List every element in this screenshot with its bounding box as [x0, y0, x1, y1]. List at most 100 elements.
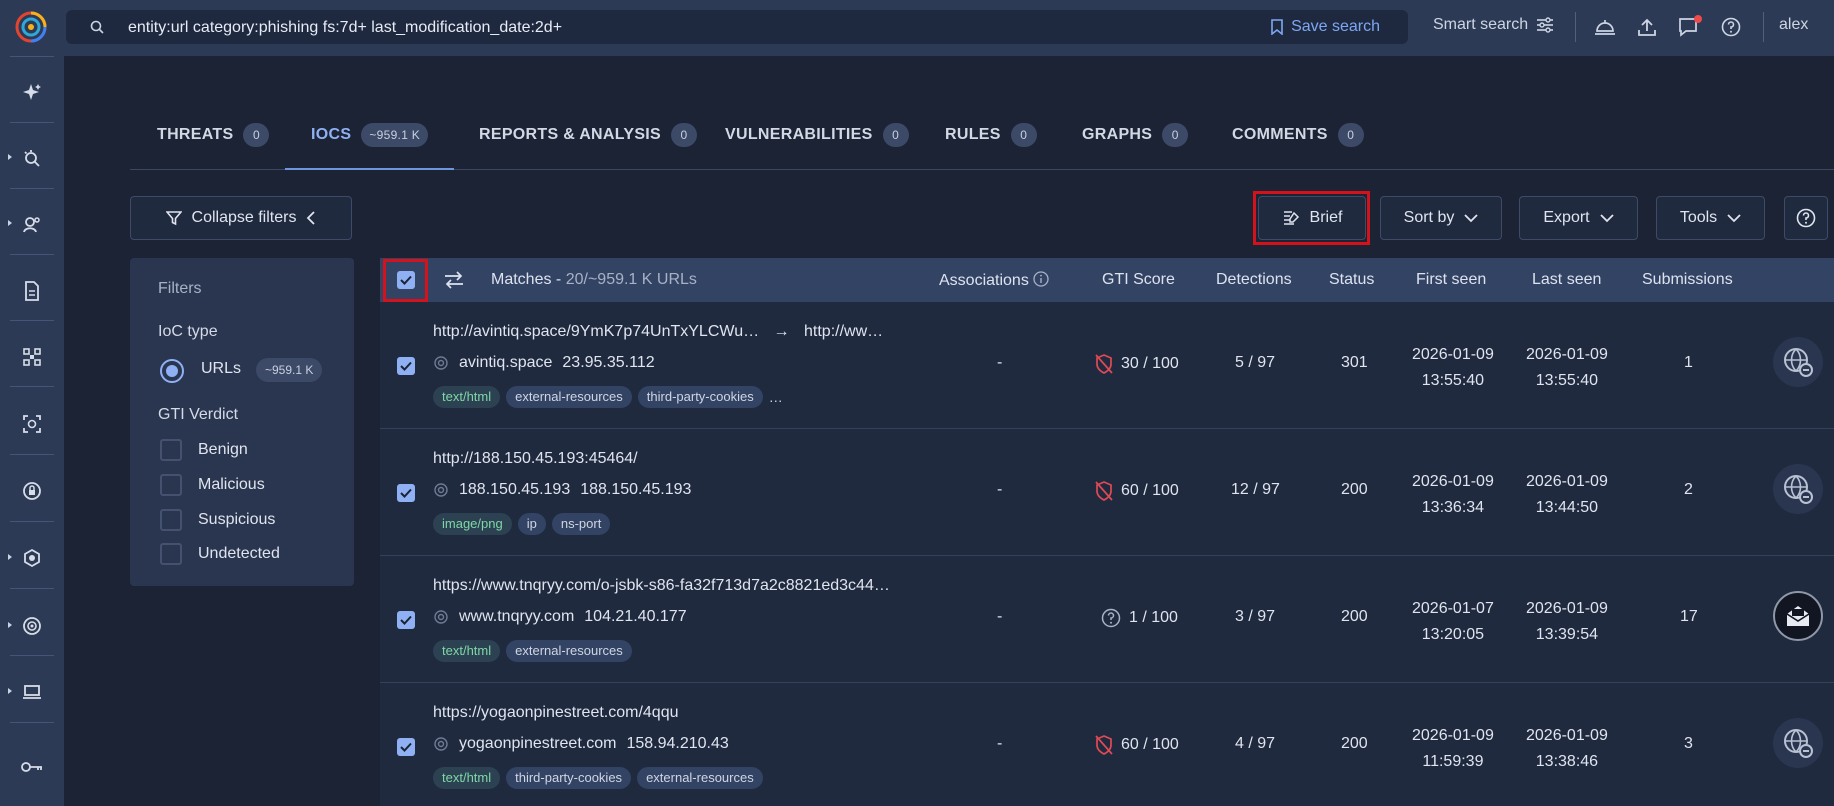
host-text[interactable]: avintiq.space: [459, 354, 552, 372]
envelope-open-icon: [1786, 606, 1810, 626]
tag[interactable]: external-resources: [506, 640, 632, 662]
tab-comments[interactable]: COMMENTS 0: [1232, 123, 1364, 170]
col-detections[interactable]: Detections: [1216, 271, 1292, 289]
tab-threats[interactable]: THREATS 0: [157, 123, 270, 170]
help-button[interactable]: [1719, 15, 1743, 39]
table-row[interactable]: http://avintiq.space/9YmK7p74UnTxYLCWu… …: [380, 302, 1834, 429]
ip-text[interactable]: 104.21.40.177: [584, 608, 686, 626]
row-action-button[interactable]: [1773, 591, 1823, 641]
smart-search-button[interactable]: Smart search: [1433, 16, 1554, 34]
benign-label[interactable]: Benign: [198, 441, 248, 459]
rail-item-monitor[interactable]: [0, 672, 64, 712]
table-row[interactable]: https://yogaonpinestreet.com/4qqu yogaon…: [380, 683, 1834, 806]
tag[interactable]: text/html: [433, 767, 501, 789]
cloche-button[interactable]: [1593, 15, 1617, 39]
last-seen-time: 13:44:50: [1535, 499, 1599, 516]
tab-graphs[interactable]: GRAPHS 0: [1082, 123, 1189, 170]
ip-text[interactable]: 188.150.45.193: [580, 481, 691, 499]
tab-label: IOCS: [311, 126, 352, 143]
first-seen-time: 13:55:40: [1421, 372, 1485, 389]
row-action-button[interactable]: [1773, 337, 1823, 387]
status-value: 200: [1341, 608, 1368, 625]
tag[interactable]: ns-port: [551, 513, 611, 535]
col-first-seen[interactable]: First seen: [1416, 271, 1486, 289]
url-link[interactable]: http://188.150.45.193:45464/: [433, 450, 638, 468]
rail-item-actors[interactable]: [0, 204, 64, 244]
rail-item-ai[interactable]: [0, 72, 64, 112]
col-submissions[interactable]: Submissions: [1642, 271, 1733, 289]
filters-title: Filters: [158, 280, 202, 297]
malicious-checkbox[interactable]: [160, 474, 182, 496]
rail-item-scan[interactable]: [0, 404, 64, 444]
tab-iocs[interactable]: IOCS ~959.1 K: [284, 123, 455, 170]
app-logo-icon[interactable]: [14, 10, 48, 44]
rail-item-key[interactable]: [0, 747, 64, 787]
tag[interactable]: text/html: [433, 386, 501, 408]
results-table-body: http://avintiq.space/9YmK7p74UnTxYLCWu… …: [380, 302, 1834, 806]
malicious-label[interactable]: Malicious: [198, 476, 265, 494]
col-last-seen[interactable]: Last seen: [1532, 271, 1601, 289]
tag[interactable]: ip: [517, 513, 546, 535]
host-text[interactable]: www.tnqryy.com: [459, 608, 574, 626]
suspicious-label[interactable]: Suspicious: [198, 511, 275, 529]
rail-item-reports[interactable]: [0, 271, 64, 311]
col-status[interactable]: Status: [1329, 271, 1374, 289]
tab-rules[interactable]: RULES 0: [945, 123, 1037, 170]
tag[interactable]: image/png: [433, 513, 512, 535]
col-associations[interactable]: Associations: [939, 271, 1049, 290]
tag[interactable]: third-party-cookies: [506, 767, 632, 789]
save-search-button[interactable]: Save search: [1271, 18, 1380, 36]
detections-value: 5 / 97: [1235, 354, 1276, 371]
table-row[interactable]: https://www.tnqryy.com/o-jsbk-s86-fa32f7…: [380, 556, 1834, 683]
tools-button[interactable]: Tools: [1656, 196, 1765, 240]
user-menu[interactable]: alex: [1779, 16, 1808, 34]
undetected-label[interactable]: Undetected: [198, 545, 280, 563]
search-input[interactable]: entity:url category:phishing fs:7d+ last…: [128, 19, 562, 37]
collapse-filters-button[interactable]: Collapse filters: [130, 196, 352, 240]
rail-item-hexagon[interactable]: [0, 538, 64, 578]
row-action-button[interactable]: [1773, 464, 1823, 514]
tab-vulnerabilities[interactable]: VULNERABILITIES 0: [725, 123, 909, 170]
host-text[interactable]: 188.150.45.193: [459, 481, 570, 499]
rail-item-radar[interactable]: [0, 606, 64, 646]
ip-text[interactable]: 158.94.210.43: [626, 735, 728, 753]
more-tags[interactable]: …: [769, 389, 783, 405]
row-checkbox[interactable]: [397, 357, 415, 375]
table-help-button[interactable]: [1784, 196, 1828, 240]
host-line: 188.150.45.193 188.150.45.193: [433, 481, 691, 499]
url-link[interactable]: https://www.tnqryy.com/o-jsbk-s86-fa32f7…: [433, 577, 890, 595]
tab-reports-analysis[interactable]: REPORTS & ANALYSIS 0: [479, 123, 698, 170]
benign-checkbox[interactable]: [160, 439, 182, 461]
urls-radio[interactable]: [160, 359, 184, 383]
status-value: 200: [1341, 735, 1368, 752]
url-link[interactable]: https://yogaonpinestreet.com/4qqu: [433, 704, 679, 722]
tag[interactable]: external-resources: [506, 386, 632, 408]
row-checkbox[interactable]: [397, 611, 415, 629]
export-button[interactable]: Export: [1519, 196, 1638, 240]
tag[interactable]: text/html: [433, 640, 501, 662]
tag[interactable]: external-resources: [637, 767, 763, 789]
upload-button[interactable]: [1635, 15, 1659, 39]
rail-item-lock[interactable]: [0, 471, 64, 511]
notifications-button[interactable]: [1677, 15, 1702, 39]
sort-by-button[interactable]: Sort by: [1380, 196, 1502, 240]
row-action-button[interactable]: [1773, 718, 1823, 768]
table-row[interactable]: http://188.150.45.193:45464/ 188.150.45.…: [380, 429, 1834, 556]
col-gti-score[interactable]: GTI Score: [1102, 271, 1175, 289]
rail-item-hunt[interactable]: [0, 138, 64, 178]
collapse-filters-label: Collapse filters: [191, 209, 297, 226]
host-text[interactable]: yogaonpinestreet.com: [459, 735, 616, 753]
row-checkbox[interactable]: [397, 738, 415, 756]
row-checkbox[interactable]: [397, 484, 415, 502]
urls-radio-label[interactable]: URLs: [201, 360, 241, 378]
suspicious-checkbox[interactable]: [160, 509, 182, 531]
tag[interactable]: third-party-cookies: [637, 386, 763, 408]
undetected-checkbox[interactable]: [160, 543, 182, 565]
swap-icon[interactable]: [444, 271, 464, 289]
rail-item-graph[interactable]: [0, 337, 64, 377]
search-bar[interactable]: entity:url category:phishing fs:7d+ last…: [66, 10, 1408, 44]
report-icon: [25, 281, 39, 301]
url-link[interactable]: http://avintiq.space/9YmK7p74UnTxYLCWu… …: [433, 323, 883, 341]
ip-text[interactable]: 23.95.35.112: [562, 354, 654, 372]
help-icon: [1721, 17, 1741, 37]
